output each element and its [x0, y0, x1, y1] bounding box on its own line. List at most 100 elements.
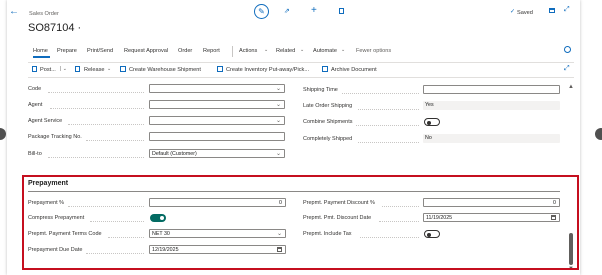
- dotted-leader: [356, 125, 419, 126]
- edit-pencil-button[interactable]: ✎: [254, 4, 269, 19]
- next-record-button[interactable]: [595, 128, 602, 140]
- prepayment-due-date-input[interactable]: 12/19/2025: [149, 245, 286, 254]
- combine-shipments-toggle[interactable]: [424, 118, 440, 126]
- prepmt-discount-pct-label: Prepmt. Payment Discount %: [303, 200, 375, 206]
- release-dropdown-chevron-icon[interactable]: ⌄: [107, 66, 111, 72]
- agent-label: Agent: [28, 102, 43, 108]
- dotted-leader: [342, 93, 419, 94]
- post-icon: [32, 66, 37, 72]
- action-bar-bottom-border: [28, 77, 574, 78]
- prepmt-payment-terms-label: Prepmt. Payment Terms Code: [28, 231, 102, 237]
- late-order-shipping-value: Yes: [423, 101, 560, 110]
- dotted-leader: [358, 142, 419, 143]
- agent-select[interactable]: ⌄: [149, 100, 285, 109]
- back-arrow-icon[interactable]: ←: [9, 6, 19, 17]
- prepayment-pct-label: Prepayment %: [28, 200, 65, 206]
- prepmt-discount-date-value: 11/19/2025: [426, 215, 453, 221]
- dotted-leader: [379, 221, 419, 222]
- dotted-leader: [86, 140, 144, 141]
- tab-report[interactable]: Report: [203, 48, 220, 54]
- toggle-knob: [160, 216, 164, 220]
- action-bar-top-border: [28, 62, 574, 63]
- combine-shipments-label: Combine Shipments: [303, 119, 353, 125]
- tab-request-approval[interactable]: Request Approval: [124, 48, 168, 54]
- page-context: Sales Order: [29, 11, 59, 17]
- bill-to-select[interactable]: Default (Customer) ⌄: [149, 149, 285, 158]
- toggle-knob: [427, 232, 431, 237]
- inventory-pick-icon: [217, 66, 223, 72]
- completely-shipped-label: Completely Shipped: [303, 136, 353, 142]
- prepayment-pct-input[interactable]: 0: [149, 198, 286, 207]
- dotted-leader: [382, 206, 419, 207]
- section-divider: [28, 191, 560, 192]
- post-button[interactable]: Post...: [40, 67, 56, 73]
- chevron-down-icon: ⌄: [341, 47, 346, 53]
- tab-order[interactable]: Order: [178, 48, 192, 54]
- pin-action-bar-icon[interactable]: ⤢: [564, 65, 570, 73]
- saved-check-icon: ✓: [510, 9, 516, 15]
- prepayment-due-date-value: 12/19/2025: [152, 247, 179, 253]
- archive-document-button[interactable]: Archive Document: [331, 67, 377, 73]
- chevron-down-icon: ⌄: [264, 47, 269, 53]
- compress-prepayment-toggle[interactable]: [150, 214, 166, 222]
- dotted-leader: [360, 237, 419, 238]
- calendar-icon[interactable]: [277, 247, 282, 252]
- prepmt-payment-terms-value: NET 30: [152, 231, 170, 237]
- add-icon[interactable]: +: [311, 5, 317, 16]
- dotted-leader: [90, 221, 144, 222]
- dotted-leader: [108, 237, 144, 238]
- delete-icon[interactable]: [339, 8, 344, 14]
- prepmt-discount-date-input[interactable]: 11/19/2025: [423, 213, 560, 222]
- dotted-leader: [358, 109, 419, 110]
- warehouse-shipment-icon: [120, 66, 126, 72]
- completely-shipped-value: No: [423, 134, 560, 143]
- info-icon[interactable]: [564, 46, 571, 53]
- tab-related[interactable]: Related: [276, 48, 295, 54]
- compress-prepayment-label: Compress Prepayment: [28, 215, 85, 221]
- prepmt-discount-date-label: Prepmt. Pmt. Discount Date: [303, 215, 372, 221]
- tab-automate[interactable]: Automate: [313, 48, 337, 54]
- prepmt-include-tax-toggle[interactable]: [424, 230, 440, 238]
- prepmt-payment-terms-select[interactable]: NET 30 ⌄: [149, 229, 286, 238]
- create-inventory-put-away-button[interactable]: Create Inventory Put-away/Pick...: [226, 67, 309, 73]
- chevron-down-icon: ⌄: [275, 102, 281, 108]
- page-title: SO87104 ·: [28, 22, 82, 34]
- tab-print-send[interactable]: Print/Send: [87, 48, 113, 54]
- prepmt-discount-pct-input[interactable]: 0: [423, 198, 560, 207]
- saved-status: Saved: [517, 10, 533, 16]
- chevron-down-icon: ⌄: [275, 86, 281, 92]
- agent-service-select[interactable]: ⌄: [149, 116, 285, 125]
- scroll-up-arrow-icon[interactable]: ▲: [568, 84, 574, 90]
- tab-home[interactable]: Home: [33, 48, 48, 54]
- release-icon: [75, 66, 80, 72]
- dotted-leader: [68, 206, 144, 207]
- bill-to-value: Default (Customer): [152, 151, 197, 157]
- late-order-shipping-label: Late Order Shipping: [303, 103, 353, 109]
- code-select[interactable]: ⌄: [149, 84, 285, 93]
- prepayment-due-date-label: Prepayment Due Date: [28, 247, 83, 253]
- tab-actions[interactable]: Actions: [239, 48, 257, 54]
- tab-prepare[interactable]: Prepare: [57, 48, 77, 54]
- prepmt-discount-pct-value: 0: [553, 200, 556, 206]
- post-dropdown-chevron-icon[interactable]: | ⌄: [60, 66, 67, 72]
- release-button[interactable]: Release: [84, 67, 105, 73]
- completely-shipped-text: No: [425, 135, 432, 141]
- open-new-window-icon[interactable]: [549, 8, 555, 13]
- share-icon[interactable]: ⇗: [284, 7, 290, 15]
- shipping-time-label: Shipping Time: [303, 87, 338, 93]
- tab-home-underline: [33, 56, 50, 58]
- shipping-time-input[interactable]: [423, 85, 560, 94]
- dotted-leader: [86, 253, 144, 254]
- package-tracking-input[interactable]: [149, 132, 285, 141]
- previous-record-button[interactable]: [0, 128, 6, 140]
- fewer-options-link[interactable]: Fewer options: [356, 48, 391, 54]
- prepayment-section-title[interactable]: Prepayment: [28, 180, 68, 187]
- calendar-icon[interactable]: [551, 215, 556, 220]
- dotted-leader: [50, 108, 144, 109]
- create-warehouse-shipment-button[interactable]: Create Warehouse Shipment: [129, 67, 201, 73]
- agent-service-label: Agent Service: [28, 118, 63, 124]
- chevron-down-icon: ⌄: [275, 118, 281, 124]
- dotted-leader: [48, 157, 144, 158]
- collapse-icon[interactable]: ⤢: [564, 6, 570, 14]
- toggle-knob: [427, 120, 431, 125]
